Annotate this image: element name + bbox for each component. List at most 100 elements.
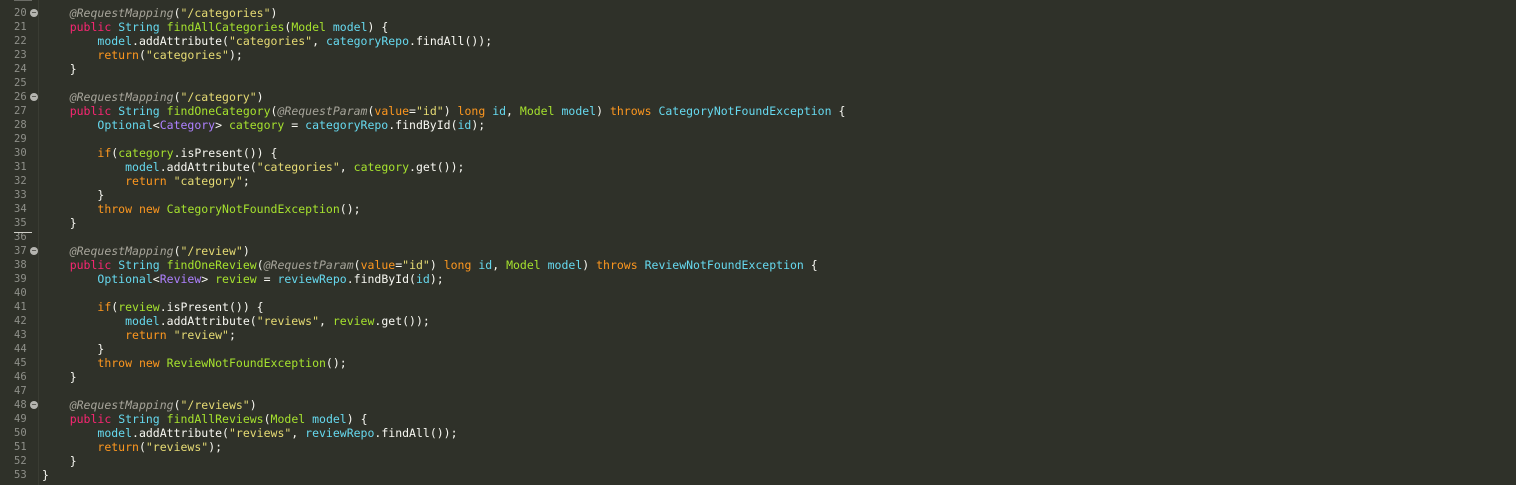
code-line[interactable]: 43 return "review"; <box>0 328 1516 342</box>
code-text[interactable]: } <box>42 62 77 76</box>
code-line[interactable]: 25 <box>0 76 1516 90</box>
code-token: ( <box>173 90 181 104</box>
code-line[interactable]: 35 } <box>0 216 1516 230</box>
code-text[interactable]: public String findAllReviews(Model model… <box>42 412 368 426</box>
code-text[interactable]: return("categories"); <box>42 48 242 62</box>
code-text[interactable]: if(category.isPresent()) { <box>42 146 277 160</box>
code-text[interactable]: @RequestMapping("/reviews") <box>42 398 257 412</box>
code-token: Model <box>291 20 326 34</box>
code-lines[interactable]: 20− @RequestMapping("/categories") 21 pub… <box>0 6 1516 482</box>
code-text[interactable]: } <box>42 370 77 384</box>
code-line[interactable]: 27 public String findOneCategory(@Reques… <box>0 104 1516 118</box>
code-token: findById <box>395 118 451 132</box>
code-token: } <box>42 468 49 482</box>
code-line[interactable]: 45 throw new ReviewNotFoundException(); <box>0 356 1516 370</box>
code-text[interactable]: if(review.isPresent()) { <box>42 300 263 314</box>
line-number: 41 <box>14 301 27 313</box>
code-line[interactable]: 51 return("reviews"); <box>0 440 1516 454</box>
code-token: (); <box>339 202 361 216</box>
fold-collapse-icon[interactable]: − <box>30 9 38 17</box>
code-line[interactable]: 40 <box>0 286 1516 300</box>
code-line[interactable]: 42 model.addAttribute("reviews", review.… <box>0 314 1516 328</box>
code-token: Optional <box>97 118 153 132</box>
line-number: 25 <box>14 77 27 89</box>
fold-collapse-icon[interactable]: − <box>30 247 38 255</box>
code-text[interactable]: public String findOneReview(@RequestPara… <box>42 258 818 272</box>
line-number: 29 <box>14 133 27 145</box>
code-line[interactable]: 29 <box>0 132 1516 146</box>
code-line[interactable]: 20− @RequestMapping("/categories") <box>0 6 1516 20</box>
code-token: isPresent <box>180 146 243 160</box>
code-text[interactable]: } <box>42 188 104 202</box>
code-line[interactable]: 21 public String findAllCategories(Model… <box>0 20 1516 34</box>
code-text[interactable]: return "category"; <box>42 174 250 188</box>
code-text[interactable]: @RequestMapping("/categories") <box>42 6 278 20</box>
code-token: public <box>69 20 112 34</box>
line-number: 42 <box>14 315 27 327</box>
code-text[interactable]: } <box>42 468 49 482</box>
code-token: throw <box>97 202 133 216</box>
code-line[interactable]: 46 } <box>0 370 1516 384</box>
code-line[interactable]: 33 } <box>0 188 1516 202</box>
code-token: if <box>97 146 112 160</box>
code-text[interactable]: } <box>42 216 77 230</box>
code-line[interactable]: 39 Optional<Review> review = reviewRepo.… <box>0 272 1516 286</box>
fold-collapse-icon[interactable]: − <box>30 401 38 409</box>
code-token: Model <box>270 412 306 426</box>
code-text[interactable]: return("reviews"); <box>42 440 222 454</box>
code-text[interactable]: model.addAttribute("reviews", review.get… <box>42 314 430 328</box>
code-text[interactable]: } <box>42 342 104 356</box>
code-text[interactable]: Optional<Category> category = categoryRe… <box>42 118 485 132</box>
code-text[interactable]: model.addAttribute("categories", categor… <box>42 160 464 174</box>
code-text[interactable]: model.addAttribute("categories", categor… <box>42 34 492 48</box>
code-token: value <box>374 104 410 118</box>
code-line[interactable]: 48− @RequestMapping("/reviews") <box>0 398 1516 412</box>
code-token: findAll <box>381 426 430 440</box>
code-token: return <box>97 48 139 62</box>
code-text[interactable]: throw new CategoryNotFoundException(); <box>42 202 361 216</box>
code-text[interactable]: @RequestMapping("/review") <box>42 244 250 258</box>
code-line[interactable]: 53} <box>0 468 1516 482</box>
code-line[interactable]: 52 } <box>0 454 1516 468</box>
line-number: 33 <box>14 189 27 201</box>
code-text[interactable]: @RequestMapping("/category") <box>42 90 264 104</box>
code-text[interactable]: Optional<Review> review = reviewRepo.fin… <box>42 272 443 286</box>
code-line[interactable]: 32 return "category"; <box>0 174 1516 188</box>
code-token: get <box>381 314 403 328</box>
code-line[interactable]: 49 public String findAllReviews(Model mo… <box>0 412 1516 426</box>
code-text[interactable]: public String findOneCategory(@RequestPa… <box>42 104 846 118</box>
code-line[interactable]: 24 } <box>0 62 1516 76</box>
code-line[interactable]: 50 model.addAttribute("reviews", reviewR… <box>0 426 1516 440</box>
code-line[interactable]: 36 <box>0 230 1516 244</box>
code-token: id <box>478 258 493 272</box>
code-text[interactable]: return "review"; <box>42 328 236 342</box>
code-token: review <box>332 314 375 328</box>
fold-collapse-icon[interactable]: − <box>30 93 38 101</box>
code-token: ( <box>222 34 229 48</box>
code-text[interactable]: public String findAllCategories(Model mo… <box>42 20 389 34</box>
code-text[interactable]: } <box>42 454 77 468</box>
code-token: return <box>125 328 167 342</box>
code-line[interactable]: 47 <box>0 384 1516 398</box>
code-text[interactable]: model.addAttribute("reviews", reviewRepo… <box>42 426 457 440</box>
code-line[interactable]: 31 model.addAttribute("categories", cate… <box>0 160 1516 174</box>
code-text[interactable]: throw new ReviewNotFoundException(); <box>42 356 346 370</box>
code-token: . <box>159 314 167 328</box>
code-line[interactable]: 41 if(review.isPresent()) { <box>0 300 1516 314</box>
code-line[interactable]: 34 throw new CategoryNotFoundException()… <box>0 202 1516 216</box>
code-token: = <box>284 118 306 132</box>
code-line[interactable]: 22 model.addAttribute("categories", cate… <box>0 34 1516 48</box>
code-line[interactable]: 28 Optional<Category> category = categor… <box>0 118 1516 132</box>
code-line[interactable]: 23 return("categories"); <box>0 48 1516 62</box>
code-line[interactable]: 44 } <box>0 342 1516 356</box>
code-line[interactable]: 38 public String findOneReview(@RequestP… <box>0 258 1516 272</box>
code-token: . <box>409 160 416 174</box>
code-editor[interactable]: 20− @RequestMapping("/categories") 21 pub… <box>0 0 1516 485</box>
code-token: ) <box>256 90 264 104</box>
code-line[interactable]: 30 if(category.isPresent()) { <box>0 146 1516 160</box>
code-token: ; <box>228 328 236 342</box>
code-token: ); <box>471 118 486 132</box>
code-line[interactable]: 26− @RequestMapping("/category") <box>0 90 1516 104</box>
code-line[interactable]: 37− @RequestMapping("/review") <box>0 244 1516 258</box>
